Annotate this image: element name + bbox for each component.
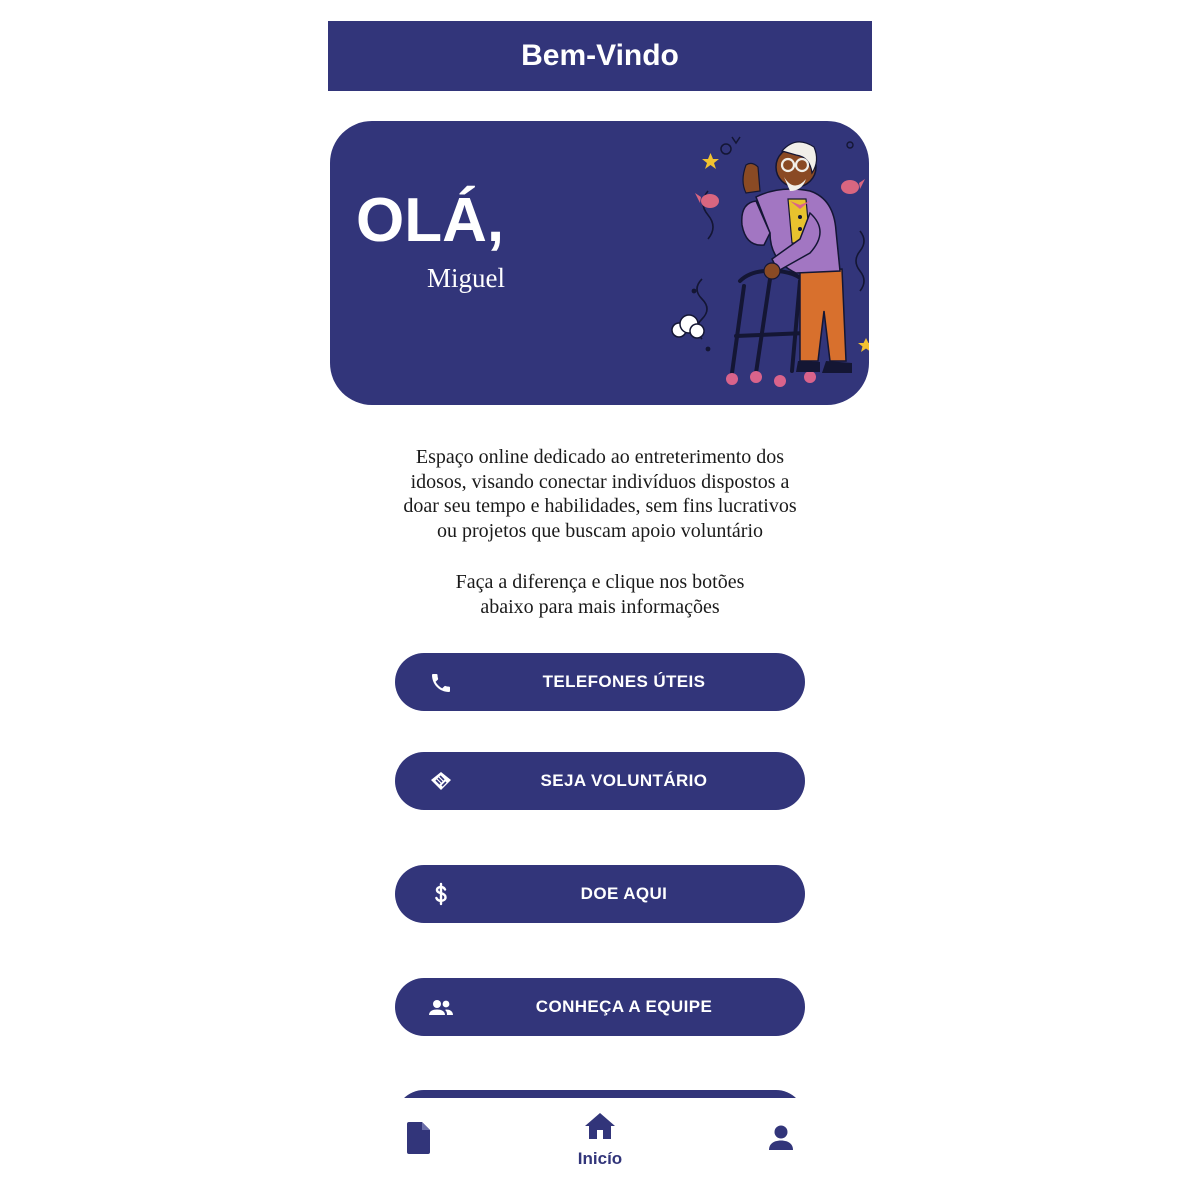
meet-team-button[interactable]: CONHEÇA A EQUIPE xyxy=(395,978,805,1036)
greeting-text: OLÁ, xyxy=(356,186,505,255)
page-title: Bem-Vindo xyxy=(521,39,679,72)
intro-description-line: Espaço online dedicado ao entreterimento… xyxy=(415,446,785,468)
bottom-navigation: Inicío xyxy=(328,1098,872,1200)
useful-phones-button[interactable]: TELEFONES ÚTEIS xyxy=(395,653,805,711)
nav-item-profile[interactable] xyxy=(764,1124,798,1158)
welcome-card: OLÁ, Miguel xyxy=(330,121,869,405)
elderly-man-illustration xyxy=(671,136,869,387)
call-to-action-text: Faça a diferença e clique nos botões aba… xyxy=(380,570,820,619)
intro-description-line: idosos, visando conectar indivíduos disp… xyxy=(410,470,790,493)
nav-item-home[interactable]: Inicío xyxy=(566,1112,634,1169)
profile-icon xyxy=(767,1124,795,1157)
app-bar: Bem-Vindo xyxy=(328,21,872,91)
nav-home-label: Inicío xyxy=(577,1149,623,1168)
user-name: Miguel xyxy=(427,263,505,293)
volunteer-label: SEJA VOLUNTÁRIO xyxy=(540,771,708,790)
useful-phones-label: TELEFONES ÚTEIS xyxy=(542,672,706,691)
nav-item-documents[interactable] xyxy=(402,1122,436,1156)
cta-line: Faça a diferença e clique nos botões xyxy=(455,571,745,593)
volunteer-button[interactable]: SEJA VOLUNTÁRIO xyxy=(395,752,805,810)
meet-team-label: CONHEÇA A EQUIPE xyxy=(535,997,713,1016)
donate-button[interactable]: DOE AQUI xyxy=(395,865,805,923)
cta-line: abaixo para mais informações xyxy=(480,595,720,618)
app-screen: Bem-Vindo OLÁ, Miguel Espaço online dedi… xyxy=(0,0,1200,1200)
intro-description-line: doar seu tempo e habilidades, sem fins l… xyxy=(403,495,797,517)
home-icon xyxy=(584,1112,616,1145)
intro-description-line: ou projetos que buscam apoio voluntário xyxy=(436,519,764,542)
intro-description: Espaço online dedicado ao entreterimento… xyxy=(380,445,820,543)
donate-label: DOE AQUI xyxy=(580,884,668,903)
document-icon xyxy=(406,1122,432,1159)
